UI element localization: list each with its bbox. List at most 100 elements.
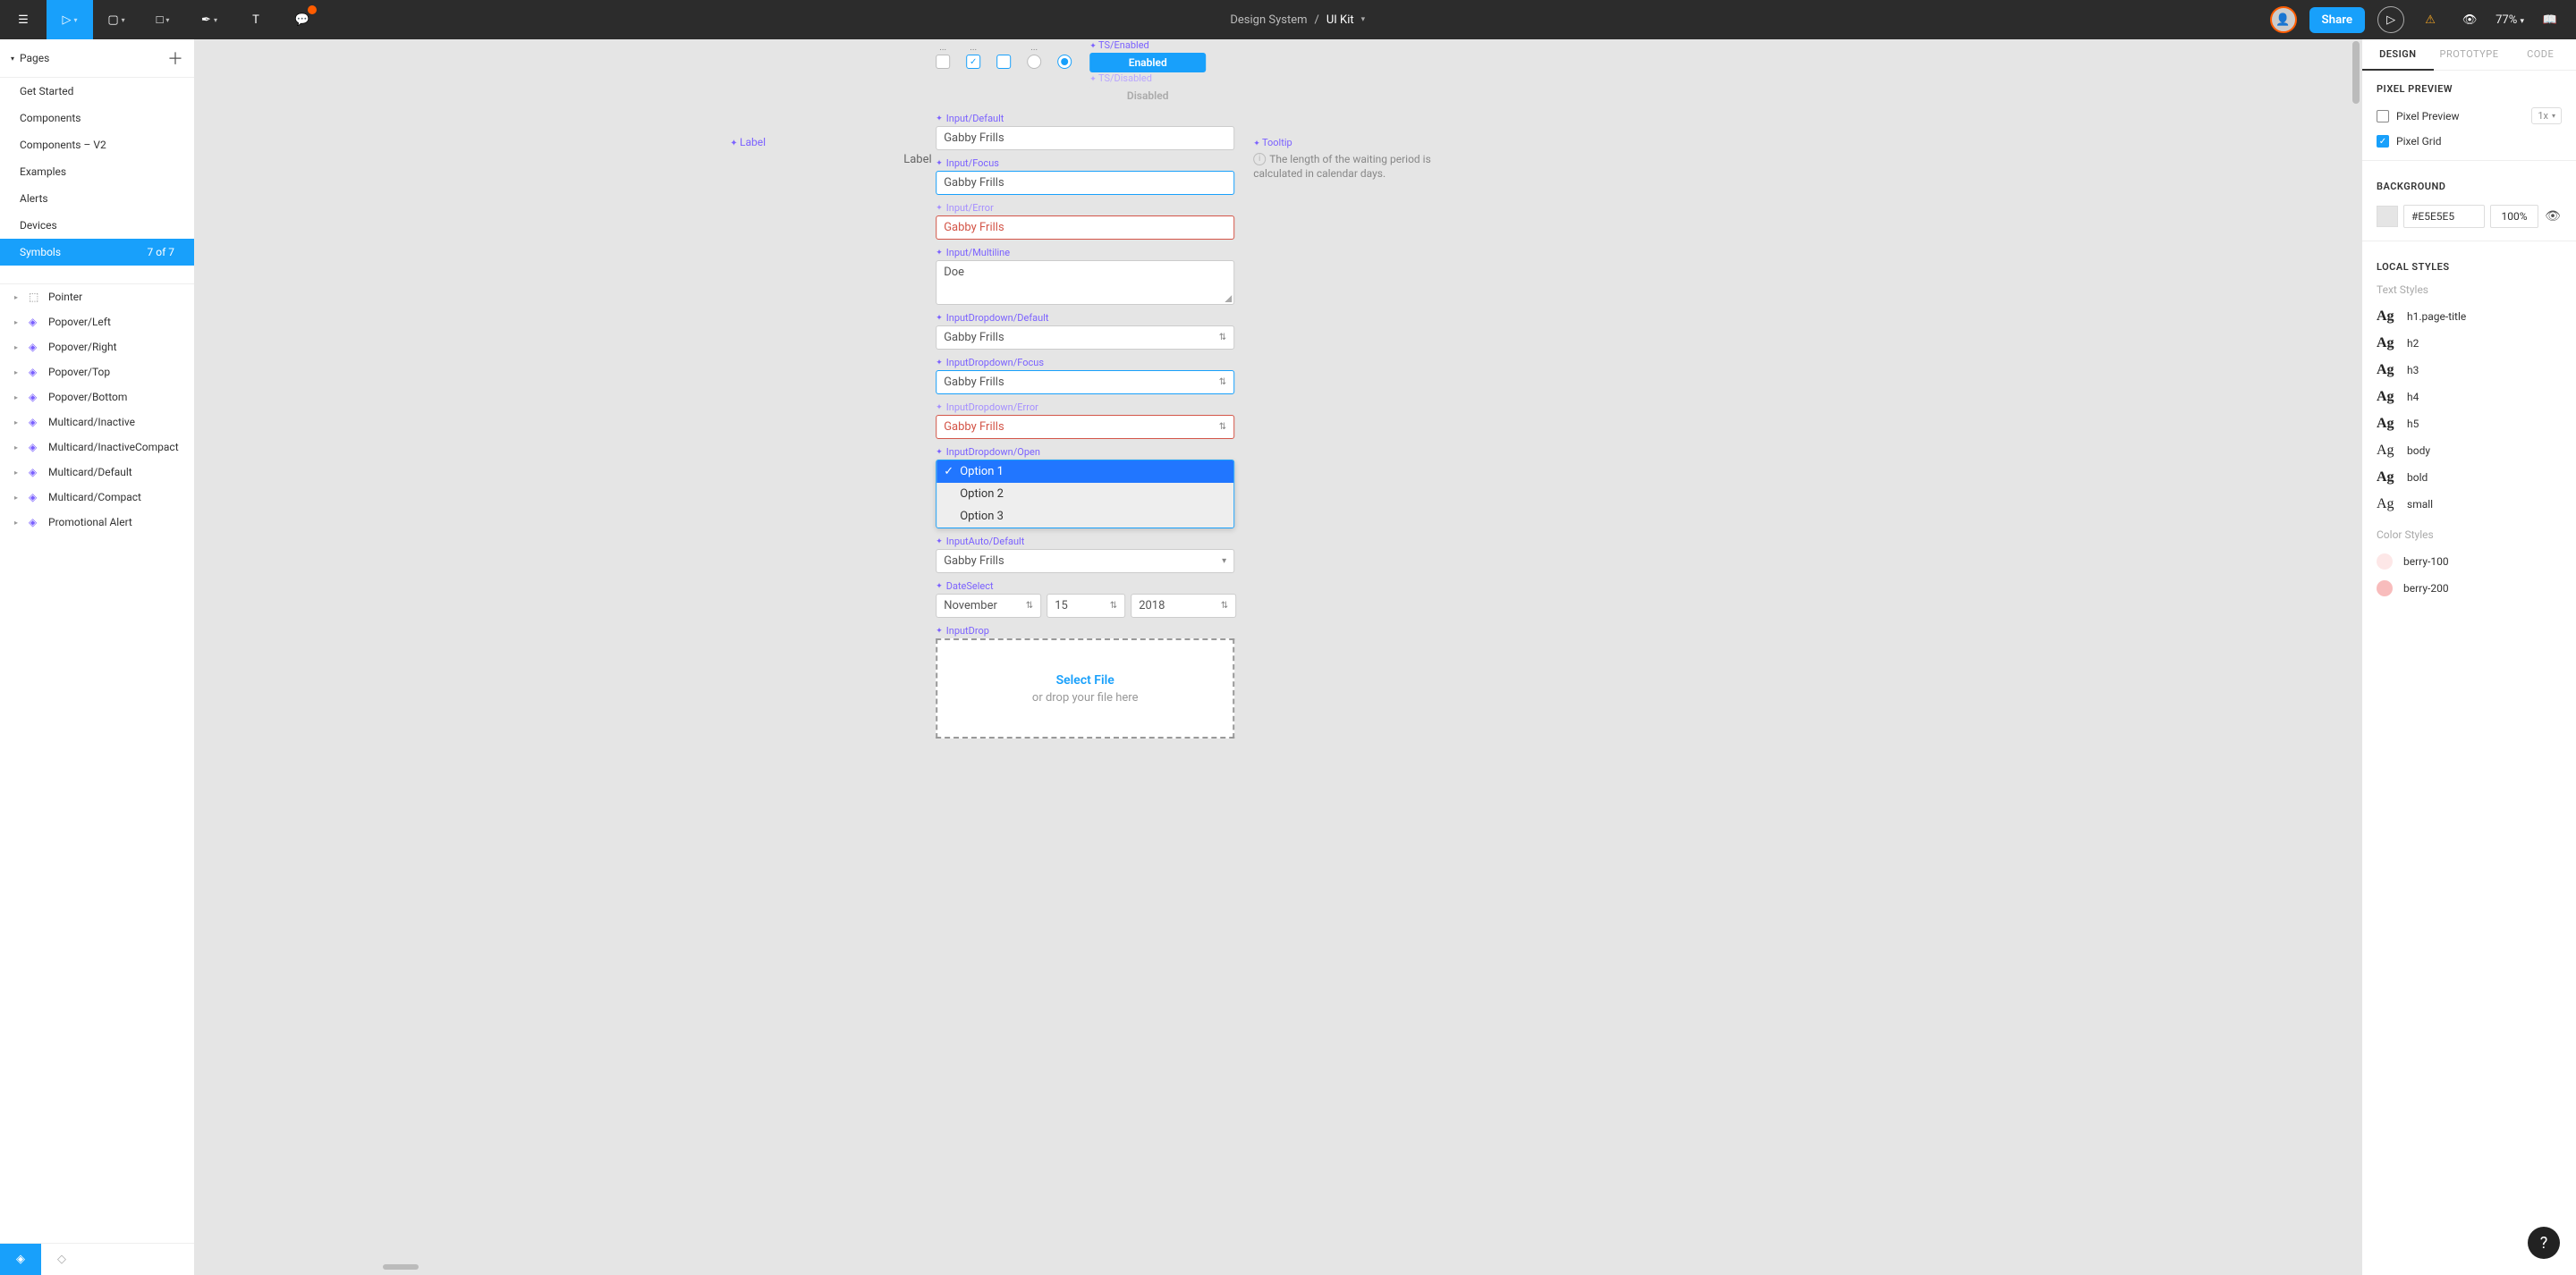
share-button[interactable]: Share (2309, 7, 2366, 33)
color-style-1[interactable]: berry-200 (2362, 575, 2576, 602)
layer-item-4[interactable]: ▸◈Popover/Bottom (0, 384, 194, 410)
page-item-4[interactable]: Alerts (0, 185, 194, 212)
layer-item-9[interactable]: ▸◈Promotional Alert (0, 510, 194, 535)
horizontal-scrollbar[interactable] (383, 1264, 419, 1270)
avatar[interactable]: 👤 (2270, 6, 2297, 33)
layer-item-6[interactable]: ▸◈Multicard/InactiveCompact (0, 435, 194, 460)
input-multiline[interactable]: Doe (936, 260, 1234, 305)
add-page-button[interactable]: ＋ (167, 46, 183, 70)
component-icon: ◈ (29, 316, 41, 328)
library-icon[interactable]: 📖 (2537, 6, 2563, 33)
page-item-3[interactable]: Examples (0, 158, 194, 185)
text-style-6[interactable]: Agbold (2362, 464, 2576, 491)
page-item-0[interactable]: Get Started (0, 78, 194, 105)
layer-item-2[interactable]: ▸◈Popover/Right (0, 334, 194, 359)
label-text: Label (903, 153, 931, 166)
option-1[interactable]: Option 1 (936, 460, 1233, 483)
dropdown-open[interactable]: Option 1 Option 2 Option 3 (936, 460, 1234, 528)
input-default[interactable]: Gabby Frills (936, 126, 1234, 150)
top-toolbar: ☰ ▷▾ ▢▾ □▾ ✒▾ T 💬 Design System / UI Kit… (0, 0, 2576, 39)
background-hex-input[interactable]: #E5E5E5 (2403, 205, 2485, 228)
input-error[interactable]: Gabby Frills (936, 215, 1234, 240)
vertical-scrollbar[interactable] (2352, 41, 2360, 104)
radio-unchecked[interactable] (1027, 55, 1041, 69)
left-panel: ▾ Pages ＋ Get StartedComponentsComponent… (0, 39, 195, 1275)
component-icon: ◈ (29, 416, 41, 428)
frame-tool[interactable]: ▢▾ (93, 0, 140, 39)
radio-checked[interactable] (1057, 55, 1072, 69)
pages-header[interactable]: ▾ Pages ＋ (0, 39, 194, 78)
assets-tab[interactable]: ◇ (41, 1244, 82, 1275)
label-component-label: Label (730, 136, 766, 148)
page-item-2[interactable]: Components – V2 (0, 131, 194, 158)
breadcrumb[interactable]: Design System / UI Kit ▾ (326, 0, 2270, 39)
menu-button[interactable]: ☰ (0, 0, 47, 39)
chevron-down-icon[interactable]: ▾ (1361, 15, 1366, 24)
component-icon: ◈ (29, 466, 41, 478)
option-3[interactable]: Option 3 (936, 505, 1233, 528)
tab-code[interactable]: CODE (2504, 39, 2576, 70)
view-icon[interactable]: 👁 (2456, 6, 2483, 33)
inspector-tabs: DESIGN PROTOTYPE CODE (2362, 39, 2576, 71)
text-style-3[interactable]: Agh4 (2362, 384, 2576, 410)
background-swatch[interactable] (2377, 206, 2398, 227)
dropdown-default[interactable]: Gabby Frills⇅ (936, 325, 1234, 350)
notification-dot (308, 5, 317, 14)
visibility-toggle-icon[interactable]: 👁 (2544, 209, 2562, 224)
breadcrumb-project[interactable]: Design System (1230, 13, 1307, 27)
file-dropzone[interactable]: Select File or drop your file here (936, 638, 1234, 739)
left-bottom-tabs: ◈ ◇ (0, 1243, 194, 1275)
text-style-7[interactable]: Agsmall (2362, 491, 2576, 518)
text-style-2[interactable]: Agh3 (2362, 357, 2576, 384)
comment-tool[interactable]: 💬 (279, 0, 326, 39)
date-day[interactable]: 15⇅ (1046, 594, 1125, 618)
layer-item-1[interactable]: ▸◈Popover/Left (0, 309, 194, 334)
canvas[interactable]: Label Label Tooltip iThe length of the w… (195, 39, 2361, 1275)
shape-tool[interactable]: □▾ (140, 0, 186, 39)
date-month[interactable]: November⇅ (936, 594, 1041, 618)
input-focus[interactable]: Gabby Frills (936, 171, 1234, 195)
option-2[interactable]: Option 2 (936, 483, 1233, 505)
tab-prototype[interactable]: PROTOTYPE (2434, 39, 2505, 70)
component-icon: ◈ (29, 341, 41, 353)
page-item-1[interactable]: Components (0, 105, 194, 131)
layer-item-8[interactable]: ▸◈Multicard/Compact (0, 485, 194, 510)
text-style-4[interactable]: Agh5 (2362, 410, 2576, 437)
right-panel: DESIGN PROTOTYPE CODE PIXEL PREVIEW Pixe… (2361, 39, 2576, 1275)
text-tool[interactable]: T (233, 0, 279, 39)
checkbox-pixel-preview[interactable] (2377, 110, 2389, 122)
text-style-0[interactable]: Agh1.page-title (2362, 303, 2576, 330)
toggle-enabled[interactable]: Enabled (1089, 53, 1206, 72)
page-item-6[interactable]: Symbols7 of 7 (0, 239, 194, 266)
checkbox-checked[interactable]: ✓ (966, 55, 980, 69)
layer-item-0[interactable]: ▸⬚Pointer (0, 284, 194, 309)
date-year[interactable]: 2018⇅ (1131, 594, 1236, 618)
toolbar-right: 👤 Share ▷ ⚠ 👁 77% ▾ 📖 (2270, 0, 2576, 39)
move-tool[interactable]: ▷▾ (47, 0, 93, 39)
text-style-1[interactable]: Agh2 (2362, 330, 2576, 357)
layers-tab[interactable]: ◈ (0, 1244, 41, 1275)
autocomplete-default[interactable]: Gabby Frills▾ (936, 549, 1234, 573)
pixel-scale-select[interactable]: 1x▾ (2531, 107, 2562, 124)
present-icon[interactable]: ▷ (2377, 6, 2404, 33)
layer-item-7[interactable]: ▸◈Multicard/Default (0, 460, 194, 485)
breadcrumb-file[interactable]: UI Kit (1326, 13, 1354, 27)
checkbox-outlined[interactable] (996, 55, 1011, 69)
layer-item-5[interactable]: ▸◈Multicard/Inactive (0, 410, 194, 435)
pen-tool[interactable]: ✒▾ (186, 0, 233, 39)
page-item-5[interactable]: Devices (0, 212, 194, 239)
color-style-0[interactable]: berry-100 (2362, 548, 2576, 575)
toggle-disabled: Disabled (1089, 86, 1206, 106)
zoom-display[interactable]: 77% ▾ (2496, 13, 2524, 27)
dropdown-focus[interactable]: Gabby Frills⇅ (936, 370, 1234, 394)
tab-design[interactable]: DESIGN (2362, 39, 2434, 71)
background-opacity-input[interactable]: 100% (2490, 205, 2538, 228)
text-style-5[interactable]: Agbody (2362, 437, 2576, 464)
checkbox-unchecked[interactable] (936, 55, 950, 69)
help-button[interactable]: ? (2528, 1227, 2560, 1259)
warning-icon[interactable]: ⚠ (2417, 6, 2444, 33)
sort-icon: ⇅ (1110, 601, 1117, 611)
layer-item-3[interactable]: ▸◈Popover/Top (0, 359, 194, 384)
checkbox-pixel-grid[interactable]: ✓ (2377, 135, 2389, 148)
dropdown-error[interactable]: Gabby Frills⇅ (936, 415, 1234, 439)
